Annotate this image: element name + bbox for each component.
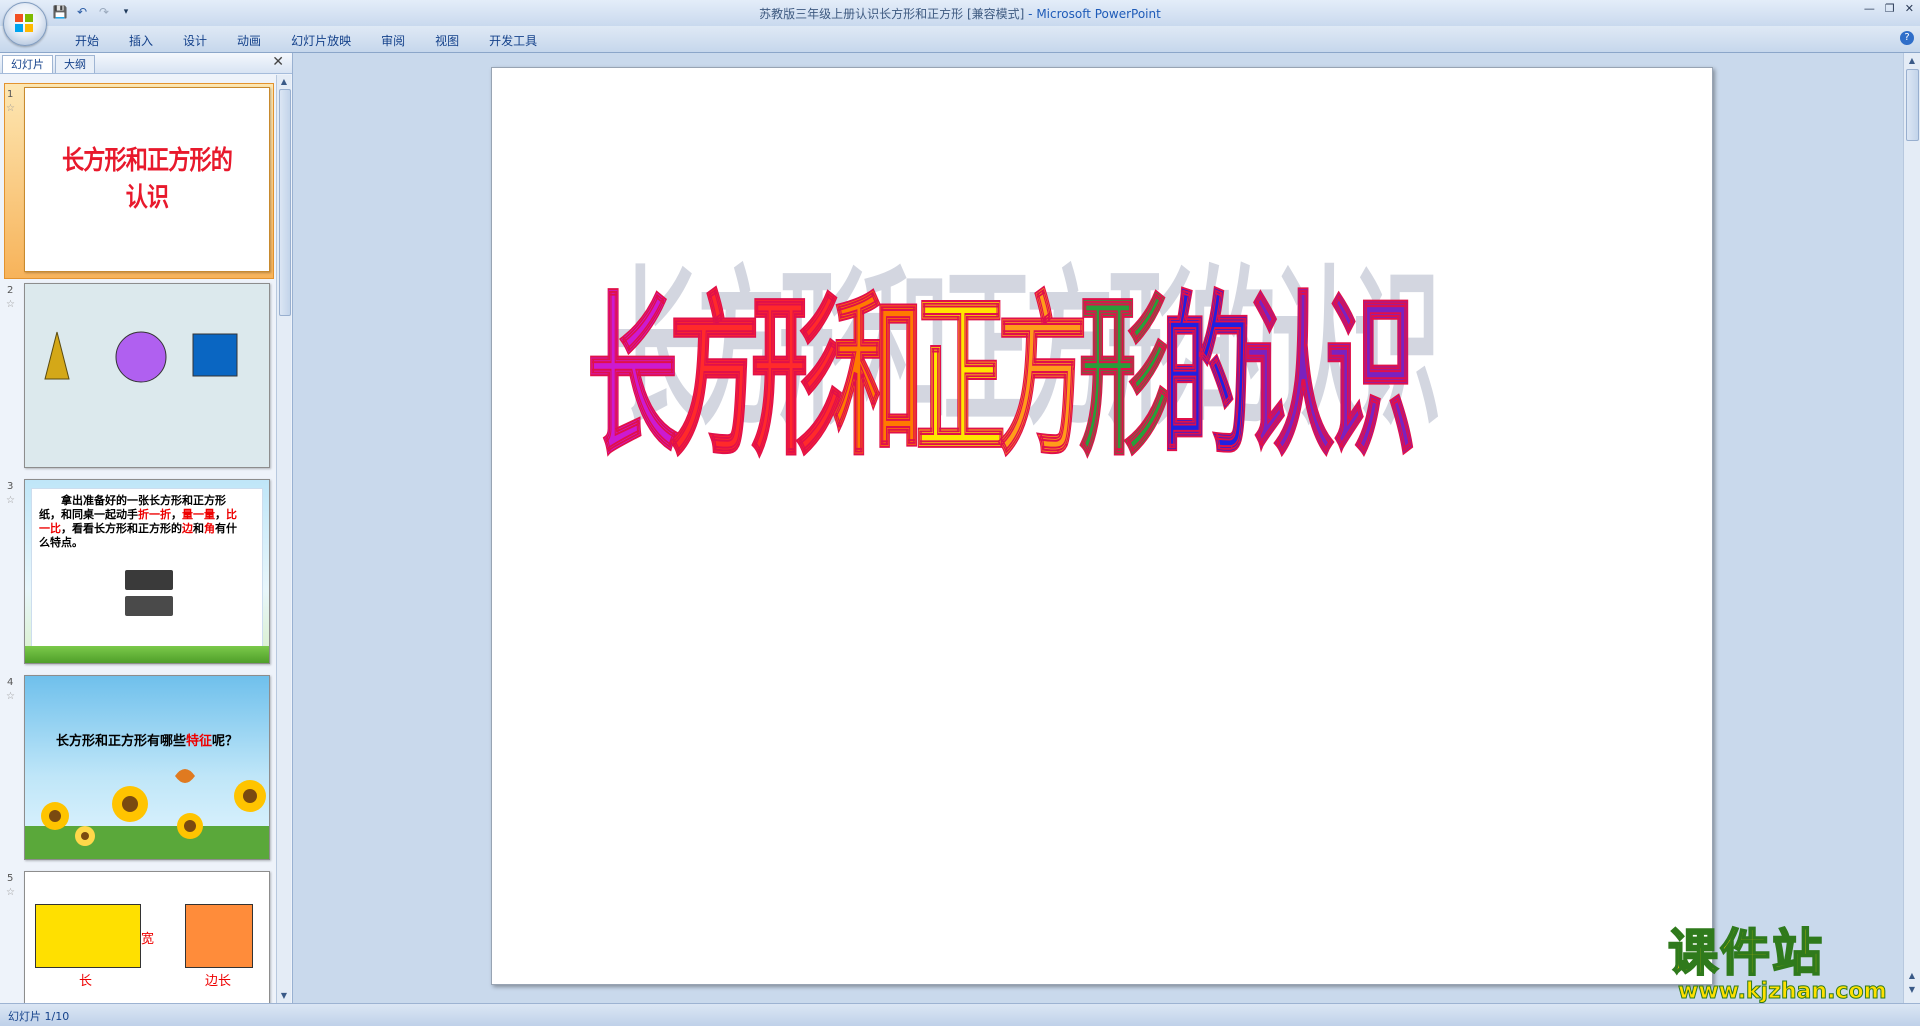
close-icon[interactable]: ✕ (1905, 2, 1914, 15)
thumbnail-slide-4[interactable]: 长方形和正方形有哪些特征呢？ (24, 675, 270, 860)
slide5-square (185, 904, 253, 968)
pane-tabs: 幻灯片 大纲 ✕ (0, 53, 292, 74)
pane-close-icon[interactable]: ✕ (272, 54, 284, 70)
slide3-photo (125, 596, 173, 616)
thumbnail-title: 长方形和正方形的认识 (61, 146, 233, 213)
scroll-up-icon[interactable]: ▲ (279, 77, 289, 87)
thumbnail-slide-5[interactable]: 宽 长 边长 (24, 871, 270, 1003)
next-slide-icon[interactable]: ▼ (1907, 985, 1917, 995)
tab-slideshow[interactable]: 幻灯片放映 (276, 30, 366, 51)
slide-indicator: 幻灯片 1/10 (8, 1010, 70, 1023)
title-glyph: 正 (915, 276, 1006, 479)
thumbnail-number: 2 (7, 285, 14, 296)
current-slide[interactable]: 长方形和正方形的认识长方形和正方形的认识 (491, 67, 1713, 985)
thumbnail-slide-1[interactable]: 长方形和正方形的认识 (24, 87, 270, 272)
title-glyph: 方 (669, 276, 760, 479)
tab-animations[interactable]: 动画 (222, 30, 276, 51)
transition-star-icon: ☆ (6, 103, 15, 114)
help-icon[interactable]: ? (1900, 31, 1914, 45)
previous-slide-icon[interactable]: ▲ (1907, 971, 1917, 981)
slide-title-art[interactable]: 长方形和正方形的认识长方形和正方形的认识 (492, 68, 1712, 984)
window-title: 苏教版三年级上册认识长方形和正方形 [兼容模式] - Microsoft Pow… (0, 5, 1920, 22)
sunflowers-illustration (25, 769, 269, 859)
slide3-highlight: 折一折 (138, 508, 171, 521)
office-logo-icon (15, 14, 33, 32)
restore-icon[interactable]: ❐ (1885, 2, 1895, 15)
slide3-photo (125, 570, 173, 590)
tab-home[interactable]: 开始 (60, 30, 114, 51)
tab-outline[interactable]: 大纲 (55, 55, 95, 73)
title-glyph: 和 (833, 276, 924, 479)
watermark-cn: 课件站 (1667, 924, 1824, 982)
title-glyph: 认 (1243, 276, 1334, 479)
slide3-text-and: 和 (193, 522, 204, 535)
watermark-url: www.kjzhan.com (1678, 979, 1888, 1004)
office-button[interactable] (3, 2, 47, 46)
slide5-label-width: 宽 (141, 932, 155, 947)
app-name: - Microsoft PowerPoint (1024, 7, 1161, 21)
slide-scrollbar[interactable]: ▲ ▲ ▼ (1903, 53, 1920, 1003)
scroll-down-icon[interactable]: ▼ (279, 991, 289, 1001)
thumbnail-list: 1 ☆ 长方形和正方形的认识 2 ☆ 3 ☆ 拿出准备好的一张长方形和正方形纸，… (0, 75, 276, 1003)
slide-editing-area: 长方形和正方形的认识长方形和正方形的认识 (293, 53, 1904, 1003)
thumbnail-slide-2[interactable] (24, 283, 270, 468)
slide5-rectangle (35, 904, 141, 968)
slide3-text-part2: ，看看长方形和正方形的 (61, 522, 182, 535)
title-glyph: 形 (751, 276, 842, 479)
document-title: 苏教版三年级上册认识长方形和正方形 [兼容模式] (759, 7, 1025, 21)
slide3-highlight: 边 (182, 522, 193, 535)
slide3-highlight: 量一量 (182, 508, 215, 521)
thumbnail-number: 3 (7, 481, 14, 492)
ribbon-tabs-bar: 开始 插入 设计 动画 幻灯片放映 审阅 视图 开发工具 ? (0, 26, 1920, 53)
slide3-highlight: 角 (204, 522, 215, 535)
title-glyph: 识 (1325, 276, 1416, 479)
window-controls: — ❐ ✕ (1864, 2, 1914, 15)
title-glyph: 形 (1079, 276, 1170, 479)
circle-shape (115, 331, 167, 383)
minimize-icon[interactable]: — (1864, 2, 1875, 15)
title-glyph: 长 (587, 276, 678, 479)
tab-developer[interactable]: 开发工具 (474, 30, 552, 51)
scroll-up-icon[interactable]: ▲ (1907, 56, 1917, 66)
ribbon-tabs: 开始 插入 设计 动画 幻灯片放映 审阅 视图 开发工具 (60, 30, 552, 51)
square-shape (192, 333, 238, 377)
thumbnail-number: 1 (7, 89, 14, 100)
tab-view[interactable]: 视图 (420, 30, 474, 51)
tab-review[interactable]: 审阅 (366, 30, 420, 51)
tab-design[interactable]: 设计 (168, 30, 222, 51)
thumbnail-number: 5 (7, 873, 14, 884)
slide3-text: 拿出准备好的一张长方形和正方形纸，和同桌一起动手折一折，量一量，比一比，看看长方… (39, 494, 239, 550)
slides-pane: 幻灯片 大纲 ✕ 1 ☆ 长方形和正方形的认识 2 ☆ 3 ☆ 拿出准备好的一张… (0, 53, 293, 1003)
transition-star-icon: ☆ (6, 299, 15, 310)
shapes-illustration (44, 331, 238, 383)
thumbnail-scrollbar[interactable]: ▲ ▼ (276, 75, 291, 1003)
slide5-label-side: 边长 (205, 974, 232, 989)
scrollbar-thumb[interactable] (1906, 69, 1919, 141)
triangle-shape (44, 331, 70, 380)
site-watermark: 课件站 www.kjzhan.com (1667, 924, 1908, 1004)
scrollbar-thumb[interactable] (279, 89, 291, 316)
thumbnail-slide-3[interactable]: 拿出准备好的一张长方形和正方形纸，和同桌一起动手折一折，量一量，比一比，看看长方… (24, 479, 270, 664)
title-glyph: 的 (1161, 276, 1252, 479)
slide3-grass (25, 646, 269, 663)
title-bar: 💾 ↶ ↷ ▾ 苏教版三年级上册认识长方形和正方形 [兼容模式] - Micro… (0, 0, 1920, 26)
status-bar: 幻灯片 1/10 (0, 1003, 1920, 1026)
slide3-sep: ， (171, 508, 182, 521)
slide5-label-length: 长 (79, 974, 93, 989)
transition-star-icon: ☆ (6, 495, 15, 506)
slide3-sep: ， (215, 508, 226, 521)
transition-star-icon: ☆ (6, 691, 15, 702)
tab-insert[interactable]: 插入 (114, 30, 168, 51)
tab-slides[interactable]: 幻灯片 (2, 55, 53, 73)
title-glyph: 方 (997, 276, 1088, 479)
transition-star-icon: ☆ (6, 887, 15, 898)
thumbnail-number: 4 (7, 677, 14, 688)
